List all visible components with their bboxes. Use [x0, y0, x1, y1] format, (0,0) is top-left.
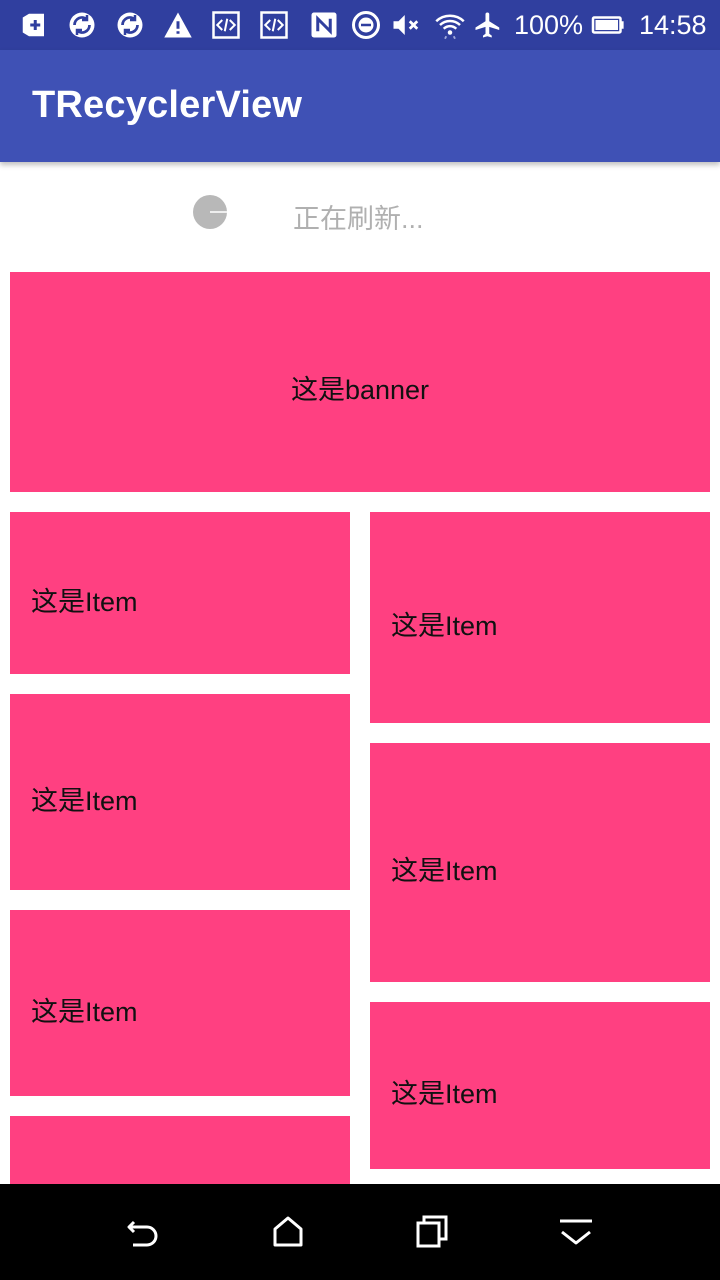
back-button[interactable] — [114, 1202, 174, 1262]
list-item[interactable]: 这是Item — [10, 512, 350, 674]
back-icon — [127, 1220, 158, 1247]
item-label: 这是Item — [31, 587, 138, 617]
recents-button[interactable] — [402, 1202, 462, 1262]
refresh-status-text: 正在刷新... — [293, 204, 424, 234]
volume-mute-icon — [390, 9, 422, 41]
warning-icon — [162, 9, 194, 41]
item-label: 这是Item — [391, 611, 498, 641]
item-label: 这是Item — [391, 856, 498, 886]
home-icon — [273, 1216, 303, 1247]
airplane-icon — [472, 9, 504, 41]
navigation-bar — [0, 1184, 720, 1280]
banner-label: 这是banner — [290, 375, 430, 405]
hide-keyboard-icon — [560, 1219, 592, 1245]
sync-icon — [114, 9, 146, 41]
refresh-spinner-icon — [192, 194, 228, 230]
app-title: TRecyclerView — [32, 84, 303, 126]
item-label: 这是Item — [391, 1079, 498, 1109]
list-item[interactable] — [10, 1116, 350, 1184]
recents-icon — [416, 1215, 448, 1248]
app-bar: TRecyclerView — [0, 50, 720, 162]
battery-percent: 100% — [514, 10, 584, 40]
do-not-disturb-icon — [350, 9, 382, 41]
code-icon — [210, 9, 242, 41]
status-time: 14:58 — [639, 10, 707, 40]
wifi-icon — [434, 9, 466, 41]
item-label: 这是Item — [31, 786, 138, 816]
nfc-icon — [308, 9, 340, 41]
list-item[interactable]: 这是Item — [10, 910, 350, 1096]
item-label: 这是Item — [31, 997, 138, 1027]
status-bar: 100% 14:58 — [0, 0, 720, 50]
hide-keyboard-button[interactable] — [546, 1202, 606, 1262]
list-item[interactable]: 这是Item — [370, 743, 710, 982]
list-item[interactable]: 这是Item — [10, 694, 350, 890]
add-box-icon — [18, 9, 50, 41]
list-item[interactable]: 这是Item — [370, 1002, 710, 1169]
list-item[interactable]: 这是Item — [370, 512, 710, 723]
sync-icon — [66, 9, 98, 41]
home-button[interactable] — [258, 1202, 318, 1262]
banner-card[interactable]: 这是banner — [10, 272, 710, 492]
code-icon — [258, 9, 290, 41]
battery-icon — [590, 9, 626, 41]
